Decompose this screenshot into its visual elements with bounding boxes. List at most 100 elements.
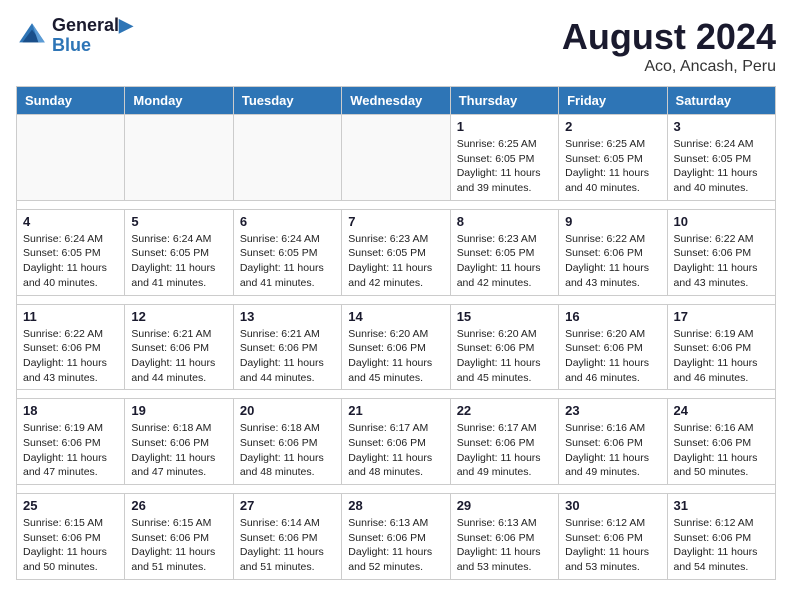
day-info: Sunrise: 6:24 AMSunset: 6:05 PMDaylight:…: [23, 232, 118, 291]
calendar-cell: 10Sunrise: 6:22 AMSunset: 6:06 PMDayligh…: [667, 209, 775, 295]
calendar-cell: 26 Sunrise: 6:15 AMSunset: 6:06 PMDayligh…: [125, 494, 233, 580]
day-info: Sunrise: 6:13 AMSunset: 6:06 PMDaylight:…: [348, 516, 443, 575]
calendar-cell: 24 Sunrise: 6:16 AMSunset: 6:06 PMDayligh…: [667, 399, 775, 485]
calendar-cell: 9Sunrise: 6:22 AMSunset: 6:06 PMDaylight…: [559, 209, 667, 295]
day-info: Sunrise: 6:20 AMSunset: 6:06 PMDaylight:…: [457, 327, 552, 386]
calendar-cell: 1 Sunrise: 6:25 AMSunset: 6:05 PMDaylight…: [450, 115, 558, 201]
logo-text: General▶ Blue: [52, 16, 133, 56]
calendar-cell: 2Sunrise: 6:25 AMSunset: 6:05 PMDaylight…: [559, 115, 667, 201]
day-info: Sunrise: 6:24 AMSunset: 6:05 PMDaylight:…: [674, 137, 769, 196]
day-info: Sunrise: 6:22 AMSunset: 6:06 PMDaylight:…: [565, 232, 660, 291]
calendar-cell: 28 Sunrise: 6:13 AMSunset: 6:06 PMDayligh…: [342, 494, 450, 580]
day-number: 12: [131, 309, 226, 324]
column-header-thursday: Thursday: [450, 87, 558, 115]
page-header: General▶ Blue August 2024 Aco, Ancash, P…: [16, 16, 776, 76]
calendar-title: August 2024: [562, 16, 776, 58]
day-info: Sunrise: 6:23 AMSunset: 6:05 PMDaylight:…: [457, 232, 552, 291]
calendar-cell: 30 Sunrise: 6:12 AMSunset: 6:06 PMDayligh…: [559, 494, 667, 580]
day-info: Sunrise: 6:22 AMSunset: 6:06 PMDaylight:…: [674, 232, 769, 291]
day-number: 27: [240, 498, 335, 513]
day-number: 22: [457, 403, 552, 418]
calendar-cell: 4Sunrise: 6:24 AMSunset: 6:05 PMDaylight…: [17, 209, 125, 295]
calendar-week-row: 25 Sunrise: 6:15 AMSunset: 6:06 PMDayligh…: [17, 494, 776, 580]
calendar-cell: 31 Sunrise: 6:12 AMSunset: 6:06 PMDayligh…: [667, 494, 775, 580]
day-number: 19: [131, 403, 226, 418]
calendar-week-row: 18Sunrise: 6:19 AMSunset: 6:06 PMDayligh…: [17, 399, 776, 485]
calendar-cell: [125, 115, 233, 201]
day-number: 13: [240, 309, 335, 324]
day-number: 25: [23, 498, 118, 513]
day-info: Sunrise: 6:16 AMSunset: 6:06 PMDaylight:…: [674, 421, 769, 480]
week-spacer-row: [17, 390, 776, 399]
day-number: 2: [565, 119, 660, 134]
day-info: Sunrise: 6:17 AMSunset: 6:06 PMDaylight:…: [457, 421, 552, 480]
day-info: Sunrise: 6:14 AMSunset: 6:06 PMDaylight:…: [240, 516, 335, 575]
calendar-cell: 27 Sunrise: 6:14 AMSunset: 6:06 PMDayligh…: [233, 494, 341, 580]
calendar-week-row: 11Sunrise: 6:22 AMSunset: 6:06 PMDayligh…: [17, 304, 776, 390]
day-info: Sunrise: 6:21 AMSunset: 6:06 PMDaylight:…: [240, 327, 335, 386]
day-info: Sunrise: 6:15 AMSunset: 6:06 PMDaylight:…: [131, 516, 226, 575]
day-info: Sunrise: 6:22 AMSunset: 6:06 PMDaylight:…: [23, 327, 118, 386]
week-spacer-row: [17, 295, 776, 304]
day-number: 26: [131, 498, 226, 513]
calendar-subtitle: Aco, Ancash, Peru: [562, 58, 776, 76]
column-header-sunday: Sunday: [17, 87, 125, 115]
calendar-cell: 3 Sunrise: 6:24 AMSunset: 6:05 PMDaylight…: [667, 115, 775, 201]
column-header-saturday: Saturday: [667, 87, 775, 115]
day-number: 24: [674, 403, 769, 418]
day-number: 29: [457, 498, 552, 513]
calendar-cell: 25 Sunrise: 6:15 AMSunset: 6:06 PMDayligh…: [17, 494, 125, 580]
day-info: Sunrise: 6:19 AMSunset: 6:06 PMDaylight:…: [674, 327, 769, 386]
calendar-cell: 22 Sunrise: 6:17 AMSunset: 6:06 PMDayligh…: [450, 399, 558, 485]
column-header-tuesday: Tuesday: [233, 87, 341, 115]
day-info: Sunrise: 6:16 AMSunset: 6:06 PMDaylight:…: [565, 421, 660, 480]
calendar-cell: 15 Sunrise: 6:20 AMSunset: 6:06 PMDayligh…: [450, 304, 558, 390]
day-number: 18: [23, 403, 118, 418]
day-number: 14: [348, 309, 443, 324]
calendar-cell: 19 Sunrise: 6:18 AMSunset: 6:06 PMDayligh…: [125, 399, 233, 485]
calendar-cell: 20Sunrise: 6:18 AMSunset: 6:06 PMDayligh…: [233, 399, 341, 485]
logo-icon: [16, 20, 48, 52]
day-number: 3: [674, 119, 769, 134]
day-number: 21: [348, 403, 443, 418]
calendar-table: SundayMondayTuesdayWednesdayThursdayFrid…: [16, 86, 776, 580]
calendar-header-row: SundayMondayTuesdayWednesdayThursdayFrid…: [17, 87, 776, 115]
calendar-cell: 12Sunrise: 6:21 AMSunset: 6:06 PMDayligh…: [125, 304, 233, 390]
day-number: 8: [457, 214, 552, 229]
day-number: 17: [674, 309, 769, 324]
column-header-monday: Monday: [125, 87, 233, 115]
day-info: Sunrise: 6:15 AMSunset: 6:06 PMDaylight:…: [23, 516, 118, 575]
day-number: 5: [131, 214, 226, 229]
day-number: 28: [348, 498, 443, 513]
day-number: 1: [457, 119, 552, 134]
day-info: Sunrise: 6:18 AMSunset: 6:06 PMDaylight:…: [131, 421, 226, 480]
calendar-cell: 16Sunrise: 6:20 AMSunset: 6:06 PMDayligh…: [559, 304, 667, 390]
calendar-cell: 18Sunrise: 6:19 AMSunset: 6:06 PMDayligh…: [17, 399, 125, 485]
calendar-cell: [233, 115, 341, 201]
calendar-cell: 17 Sunrise: 6:19 AMSunset: 6:06 PMDayligh…: [667, 304, 775, 390]
column-header-wednesday: Wednesday: [342, 87, 450, 115]
calendar-cell: 8 Sunrise: 6:23 AMSunset: 6:05 PMDaylight…: [450, 209, 558, 295]
day-info: Sunrise: 6:25 AMSunset: 6:05 PMDaylight:…: [457, 137, 552, 196]
day-info: Sunrise: 6:24 AMSunset: 6:05 PMDaylight:…: [240, 232, 335, 291]
calendar-week-row: 4Sunrise: 6:24 AMSunset: 6:05 PMDaylight…: [17, 209, 776, 295]
calendar-cell: 5 Sunrise: 6:24 AMSunset: 6:05 PMDaylight…: [125, 209, 233, 295]
day-info: Sunrise: 6:24 AMSunset: 6:05 PMDaylight:…: [131, 232, 226, 291]
week-spacer-row: [17, 200, 776, 209]
day-info: Sunrise: 6:12 AMSunset: 6:06 PMDaylight:…: [565, 516, 660, 575]
day-number: 15: [457, 309, 552, 324]
title-block: August 2024 Aco, Ancash, Peru: [562, 16, 776, 76]
calendar-cell: 29 Sunrise: 6:13 AMSunset: 6:06 PMDayligh…: [450, 494, 558, 580]
column-header-friday: Friday: [559, 87, 667, 115]
day-info: Sunrise: 6:20 AMSunset: 6:06 PMDaylight:…: [565, 327, 660, 386]
day-info: Sunrise: 6:12 AMSunset: 6:06 PMDaylight:…: [674, 516, 769, 575]
day-number: 30: [565, 498, 660, 513]
day-number: 23: [565, 403, 660, 418]
day-number: 31: [674, 498, 769, 513]
day-number: 7: [348, 214, 443, 229]
day-info: Sunrise: 6:13 AMSunset: 6:06 PMDaylight:…: [457, 516, 552, 575]
calendar-cell: 14Sunrise: 6:20 AMSunset: 6:06 PMDayligh…: [342, 304, 450, 390]
calendar-cell: 6Sunrise: 6:24 AMSunset: 6:05 PMDaylight…: [233, 209, 341, 295]
logo: General▶ Blue: [16, 16, 133, 56]
calendar-week-row: 1 Sunrise: 6:25 AMSunset: 6:05 PMDaylight…: [17, 115, 776, 201]
